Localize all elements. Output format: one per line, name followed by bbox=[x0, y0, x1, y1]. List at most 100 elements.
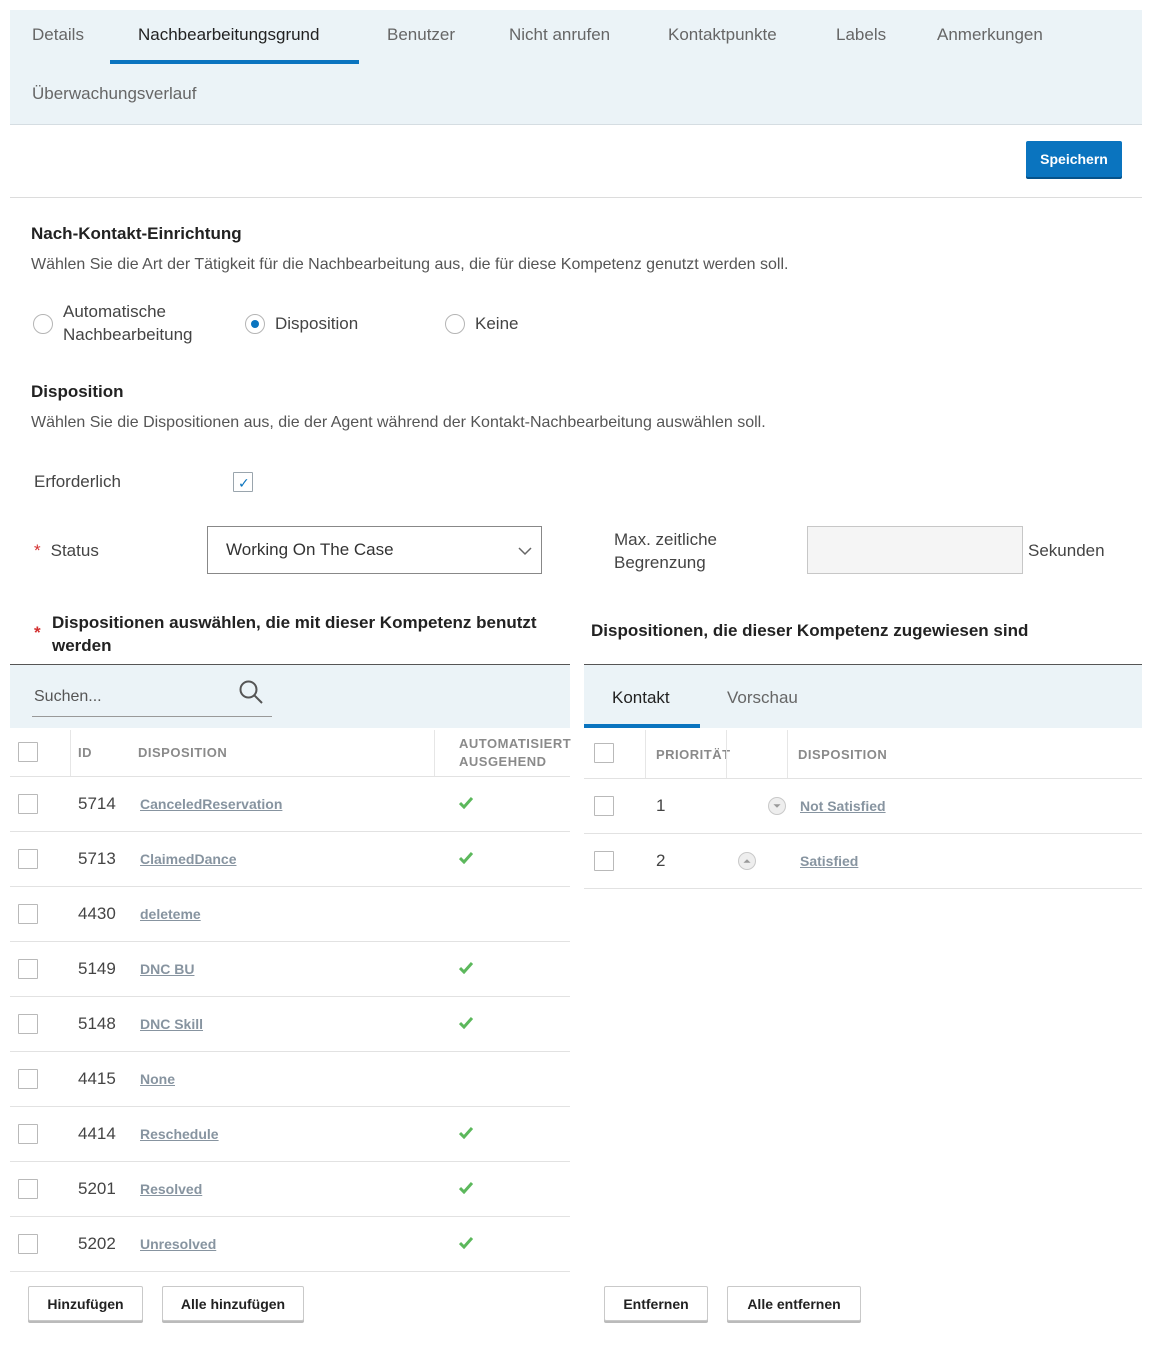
check-icon bbox=[459, 1127, 473, 1139]
row-id: 4430 bbox=[78, 904, 116, 923]
disposition-link[interactable]: Unresolved bbox=[140, 1236, 216, 1252]
check-icon bbox=[459, 1182, 473, 1194]
required-label: Erforderlich bbox=[34, 472, 121, 491]
tab-bar: Details Nachbearbeitungsgrund Benutzer N… bbox=[10, 10, 1142, 125]
search-icon[interactable] bbox=[238, 679, 264, 705]
disposition-link[interactable]: ClaimedDance bbox=[140, 851, 236, 867]
check-icon bbox=[459, 1017, 473, 1029]
row-divider bbox=[10, 1216, 570, 1217]
column-header-id[interactable]: ID bbox=[78, 744, 92, 762]
row-checkbox[interactable] bbox=[18, 1069, 38, 1089]
disposition-title: Disposition bbox=[31, 382, 124, 401]
row-divider bbox=[584, 833, 1142, 834]
row-divider bbox=[10, 1051, 570, 1052]
check-icon bbox=[459, 962, 473, 974]
row-checkbox[interactable] bbox=[18, 849, 38, 869]
disposition-link[interactable]: deleteme bbox=[140, 906, 201, 922]
move-up-icon[interactable] bbox=[738, 852, 756, 870]
row-checkbox[interactable] bbox=[594, 796, 614, 816]
check-icon bbox=[459, 852, 473, 864]
required-checkbox[interactable]: ✓ bbox=[233, 472, 253, 492]
disposition-link[interactable]: None bbox=[140, 1071, 175, 1087]
disposition-link[interactable]: Satisfied bbox=[800, 853, 858, 869]
max-time-input[interactable] bbox=[807, 526, 1023, 574]
column-header-automated-outbound[interactable]: AUTOMATISIERT AUSGEHEND bbox=[459, 735, 571, 771]
select-all-checkbox[interactable] bbox=[18, 742, 38, 762]
row-id: 5148 bbox=[78, 1014, 116, 1033]
radio-automatic-wrapup-label[interactable]: Automatische Nachbearbeitung bbox=[63, 300, 192, 346]
radio-disposition[interactable] bbox=[245, 314, 265, 334]
disposition-link[interactable]: DNC Skill bbox=[140, 1016, 203, 1032]
column-divider bbox=[787, 730, 788, 778]
row-checkbox[interactable] bbox=[18, 794, 38, 814]
chevron-down-icon bbox=[518, 547, 532, 556]
remove-all-button[interactable]: Alle entfernen bbox=[727, 1286, 861, 1321]
disposition-description: Wählen Sie die Dispositionen aus, die de… bbox=[31, 414, 766, 431]
tab-details[interactable]: Details bbox=[32, 20, 84, 50]
column-header-disposition[interactable]: DISPOSITION bbox=[138, 744, 227, 762]
save-button[interactable]: Speichern bbox=[1026, 141, 1122, 177]
column-divider bbox=[726, 730, 727, 778]
row-divider bbox=[10, 1106, 570, 1107]
status-label: * Status bbox=[34, 541, 99, 560]
disposition-link[interactable]: CanceledReservation bbox=[140, 796, 282, 812]
column-divider bbox=[645, 730, 646, 778]
row-checkbox[interactable] bbox=[18, 959, 38, 979]
column-divider bbox=[70, 730, 71, 776]
row-id: 5202 bbox=[78, 1234, 116, 1253]
disposition-link[interactable]: DNC BU bbox=[140, 961, 194, 977]
seconds-label: Sekunden bbox=[1028, 541, 1105, 560]
disposition-link[interactable]: Reschedule bbox=[140, 1126, 219, 1142]
radio-disposition-label[interactable]: Disposition bbox=[275, 312, 358, 335]
row-divider bbox=[10, 941, 570, 942]
status-select[interactable]: Working On The Case bbox=[207, 526, 542, 574]
row-divider bbox=[10, 886, 570, 887]
row-checkbox[interactable] bbox=[18, 1179, 38, 1199]
tab-preview[interactable]: Vorschau bbox=[727, 683, 798, 713]
select-all-checkbox[interactable] bbox=[594, 743, 614, 763]
row-id: 4414 bbox=[78, 1124, 116, 1143]
tab-ueberwachungsverlauf[interactable]: Überwachungsverlauf bbox=[32, 79, 196, 109]
row-id: 5149 bbox=[78, 959, 116, 978]
radio-automatic-wrapup[interactable] bbox=[33, 314, 53, 334]
active-tab-indicator bbox=[584, 724, 700, 728]
row-checkbox[interactable] bbox=[594, 851, 614, 871]
row-checkbox[interactable] bbox=[18, 1124, 38, 1144]
row-id: 5714 bbox=[78, 794, 116, 813]
move-down-icon[interactable] bbox=[768, 797, 786, 815]
divider bbox=[10, 197, 1142, 198]
tab-contact[interactable]: Kontakt bbox=[612, 683, 670, 713]
disposition-link[interactable]: Resolved bbox=[140, 1181, 202, 1197]
column-divider bbox=[434, 730, 435, 776]
radio-none-label[interactable]: Keine bbox=[475, 312, 518, 335]
required-asterisk: * bbox=[34, 541, 41, 560]
column-header-disposition[interactable]: DISPOSITION bbox=[798, 746, 887, 764]
required-asterisk: * bbox=[34, 623, 41, 642]
post-contact-description: Wählen Sie die Art der Tätigkeit für die… bbox=[31, 256, 789, 273]
add-button[interactable]: Hinzufügen bbox=[28, 1286, 143, 1321]
right-panel-title: Dispositionen, die dieser Kompetenz zuge… bbox=[591, 621, 1029, 640]
row-divider bbox=[10, 1271, 570, 1272]
row-checkbox[interactable] bbox=[18, 904, 38, 924]
row-checkbox[interactable] bbox=[18, 1014, 38, 1034]
checkmark-icon: ✓ bbox=[238, 475, 250, 491]
row-divider bbox=[10, 996, 570, 997]
row-divider bbox=[10, 1161, 570, 1162]
tab-benutzer[interactable]: Benutzer bbox=[387, 20, 455, 50]
row-divider bbox=[10, 831, 570, 832]
column-header-priority[interactable]: PRIORITÄT bbox=[656, 746, 731, 764]
tab-nicht-anrufen[interactable]: Nicht anrufen bbox=[509, 20, 610, 50]
add-all-button[interactable]: Alle hinzufügen bbox=[162, 1286, 304, 1321]
row-id: 5713 bbox=[78, 849, 116, 868]
tab-anmerkungen[interactable]: Anmerkungen bbox=[937, 20, 1043, 50]
tab-labels[interactable]: Labels bbox=[836, 20, 886, 50]
disposition-link[interactable]: Not Satisfied bbox=[800, 798, 886, 814]
tab-nachbearbeitungsgrund[interactable]: Nachbearbeitungsgrund bbox=[138, 20, 319, 50]
tab-kontaktpunkte[interactable]: Kontaktpunkte bbox=[668, 20, 777, 50]
row-id: 5201 bbox=[78, 1179, 116, 1198]
search-input[interactable] bbox=[32, 677, 272, 717]
check-icon bbox=[459, 1237, 473, 1249]
row-checkbox[interactable] bbox=[18, 1234, 38, 1254]
radio-none[interactable] bbox=[445, 314, 465, 334]
remove-button[interactable]: Entfernen bbox=[604, 1286, 708, 1321]
